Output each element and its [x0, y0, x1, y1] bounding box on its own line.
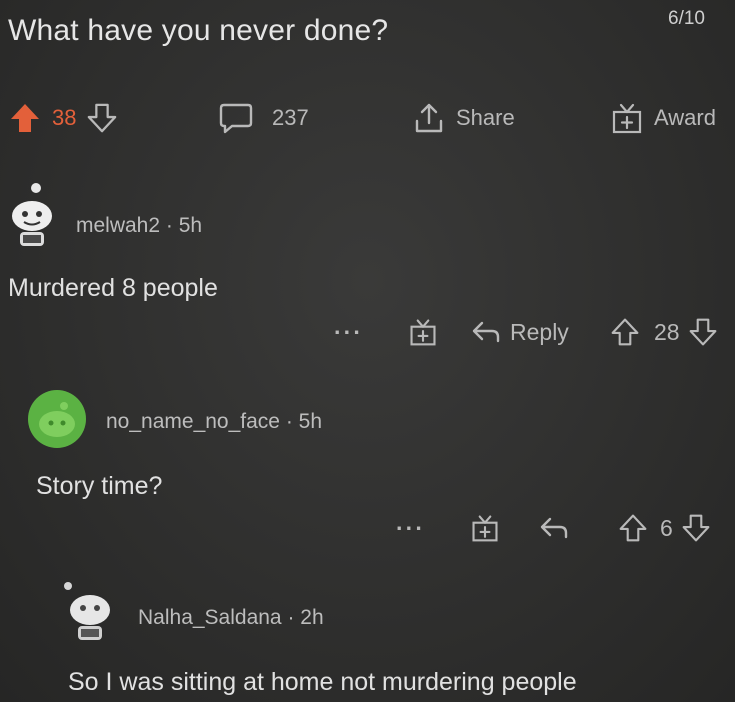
- share-icon: [412, 101, 446, 135]
- avatar[interactable]: [58, 576, 118, 644]
- post-vote-group: 38: [8, 98, 118, 138]
- more-options-icon[interactable]: ···: [396, 510, 425, 546]
- comment-bubble-icon: [218, 101, 254, 135]
- post-title: What have you never done?: [8, 14, 389, 47]
- meta-separator: ·: [287, 606, 301, 629]
- post-upvote-count: 38: [52, 105, 77, 130]
- comment-age: 5h: [178, 214, 203, 237]
- gift-icon: [610, 101, 644, 135]
- upvote-icon[interactable]: [610, 317, 640, 347]
- comment-action-row: ··· 6: [0, 510, 735, 546]
- post-comments-button[interactable]: 237: [218, 98, 309, 138]
- comment-meta: no_name_no_face · 5h: [106, 410, 322, 434]
- comment-action-row: ··· Reply 28: [0, 314, 735, 350]
- award-label: Award: [654, 105, 716, 130]
- meta-separator: ·: [285, 410, 299, 433]
- comment-score: 6: [660, 514, 673, 541]
- award-button[interactable]: Award: [610, 98, 716, 138]
- downvote-icon[interactable]: [681, 513, 711, 543]
- share-button[interactable]: Share: [412, 98, 515, 138]
- avatar[interactable]: [28, 390, 86, 448]
- gift-icon: [408, 317, 438, 347]
- meta-separator: ·: [165, 214, 179, 237]
- gift-icon: [470, 513, 500, 543]
- comment-vote-group: 28: [610, 314, 718, 350]
- post-comment-count: 237: [272, 105, 309, 130]
- reply-button[interactable]: Reply: [470, 314, 569, 350]
- comment-text: Murdered 8 people: [8, 274, 218, 302]
- downvote-icon[interactable]: [688, 317, 718, 347]
- downvote-icon[interactable]: [86, 102, 118, 134]
- upvote-icon[interactable]: [8, 101, 42, 135]
- comment-score: 28: [654, 318, 680, 345]
- comment-vote-group: 6: [618, 510, 711, 546]
- comment-text: So I was sitting at home not murdering p…: [68, 668, 577, 696]
- comment-text: Story time?: [36, 472, 163, 500]
- post-action-row: 38 237 Share Award: [0, 98, 735, 138]
- reply-arrow-icon: [470, 318, 502, 346]
- comment-age: 2h: [300, 606, 324, 629]
- award-button[interactable]: [470, 510, 500, 546]
- comment-meta: melwah2 · 5h: [76, 214, 202, 238]
- avatar[interactable]: [4, 180, 64, 250]
- reply-button[interactable]: [538, 510, 570, 546]
- award-button[interactable]: [408, 314, 438, 350]
- comment-meta: Nalha_Saldana · 2h: [138, 606, 324, 630]
- more-options-icon[interactable]: ···: [334, 314, 363, 350]
- share-label: Share: [456, 105, 515, 130]
- comment-username[interactable]: no_name_no_face: [106, 410, 280, 433]
- comment-username[interactable]: melwah2: [76, 214, 160, 237]
- comment-username[interactable]: Nalha_Saldana: [138, 606, 282, 629]
- reply-label: Reply: [510, 318, 569, 345]
- upvote-icon[interactable]: [618, 513, 648, 543]
- image-counter: 6/10: [668, 8, 705, 29]
- reply-arrow-icon: [538, 514, 570, 542]
- comment-age: 5h: [298, 410, 323, 433]
